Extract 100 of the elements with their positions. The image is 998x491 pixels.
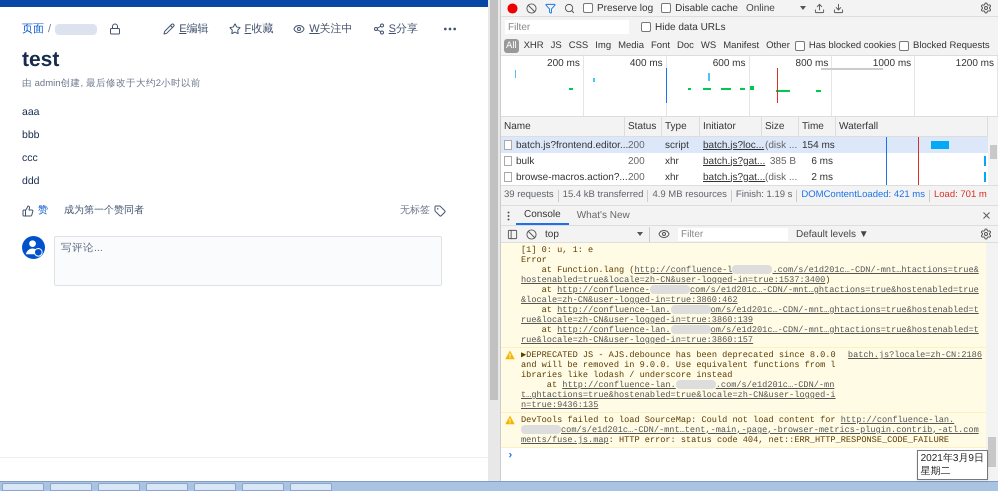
body-paragraph: ddd [22,174,41,188]
console-message-line: [1] 0: u, 1: e [521,245,594,255]
page-scrollbar[interactable] [488,0,500,481]
eye-icon[interactable] [658,228,670,240]
filter-field[interactable]: Filter [505,20,629,34]
type-filter-tab[interactable]: Manifest [721,38,762,54]
settings-icon[interactable] [980,2,992,14]
breadcrumb-separator: / [48,22,52,37]
type-filter-tab[interactable]: Img [593,38,614,54]
console-message-line: at http://confluence-lan. om/s/e1d201c…-CDN/-mnt…ghtactions=true&hostenabled=true&locale=zh-CN&user-logged-in=true:3860:157 [521,325,980,345]
console-filter-field[interactable]: Filter [678,228,788,240]
status-cell-text: 200 [627,170,646,184]
console-scrollbar[interactable] [986,243,998,481]
type-filter-tab[interactable]: Font [648,38,672,54]
checkbox[interactable] [794,41,805,51]
throttle-dropdown[interactable]: Online [746,0,806,16]
column-header[interactable]: Initiator [700,117,762,136]
time-cell-text: 2 ms [810,170,834,184]
record-icon[interactable] [507,2,518,14]
user-avatar-icon [22,236,45,260]
column-header[interactable]: Size [762,117,799,136]
upload-icon[interactable] [814,2,825,14]
breadcrumb-link[interactable]: 页面 [22,20,44,38]
checkbox-label: Preserve log [597,2,654,16]
like-hint: 成为第一个赞同者 [64,204,145,218]
checkbox[interactable] [899,41,910,51]
checkbox-label: Hide data URLs [655,20,726,34]
table-scrollbar[interactable] [988,117,998,185]
checkbox-label: Blocked Requests [913,38,990,53]
checkbox-label: Has blocked cookies [808,38,896,53]
type-cell-text: xhr [664,154,680,168]
type-filter-tab[interactable]: Doc [675,38,696,54]
column-header[interactable]: Name [501,117,625,136]
checkbox-label: Disable cache [675,2,738,16]
time-cell-text: 154 ms [801,138,836,152]
clear-icon[interactable] [526,228,537,240]
request-row[interactable]: batch.js?frontend.editor...200 script batch.js?loc...(disk ... 154 ms [501,137,988,153]
initiator-link[interactable]: batch.js?gat... [700,170,762,184]
column-header[interactable]: Status [625,117,662,136]
page-metadata: 由 admin创建, 最后修改于大约2小时以前 [22,77,202,91]
size-cell-text: (disk ... [764,138,798,152]
type-filter-tab[interactable]: CSS [566,38,590,54]
checkbox[interactable] [583,3,593,13]
sidebar-toggle-icon[interactable] [507,228,518,240]
caret-icon [637,232,643,236]
timeline-tick-label: 800 ms [796,58,828,69]
checkbox[interactable] [641,22,651,32]
timeline-tick-label: 1000 ms [872,58,912,69]
log-levels-dropdown[interactable]: Default levels ▼ [796,226,869,242]
lock-icon[interactable] [109,23,122,35]
tag-icon[interactable] [434,204,446,217]
request-name: batch.js?frontend.editor... [516,138,628,152]
toolbar-action[interactable]: S分享 [372,20,418,38]
tooltip-text: 星期二 [920,465,952,478]
toolbar-action[interactable]: E编辑 [163,20,209,38]
comment-field[interactable]: 写评论... [54,236,442,286]
request-name: bulk [516,154,534,168]
star-icon [228,23,241,35]
pencil-icon [163,23,176,35]
time-cell-text: 6 ms [810,154,834,168]
initiator-link[interactable]: batch.js?gat... [700,154,762,168]
clear-icon[interactable] [526,2,537,14]
checkbox[interactable] [661,3,672,13]
request-name: browse-macros.action?... [516,170,628,184]
column-header[interactable]: Type [662,117,700,136]
summary-text: DOMContentLoaded: 421 ms [801,188,925,202]
warning-icon [505,415,515,425]
warning-icon [505,350,515,360]
summary-text: Finish: 1.19 s [736,188,792,202]
request-row[interactable]: browse-macros.action?...200 xhr batch.js?gat...(disk ... 2 ms [501,169,988,185]
type-filter-tab[interactable]: JS [548,38,564,54]
console-message-line: DevTools failed to load SourceMap: Could not load content for http://confluence-lan. com/s/e1d201c…-CDN/-mnt…tent,-main,-page,-browser-metrics-plugin.contrib,-atl.comments/fuse.js.map: HTTP error: status code 404, net::ERR_HTTP_RESPONSE_CODE_FAILURE [521,415,980,445]
request-row[interactable]: bulk 200 xhr batch.js?gat... 385 B 6 ms [501,153,988,169]
drawer-menu-icon[interactable] [507,210,510,220]
timeline-tick-label: 400 ms [630,58,663,69]
console-message-line: Error [521,255,548,265]
context-dropdown[interactable]: top [545,226,650,242]
like-icon[interactable] [22,204,34,217]
summary-text: 4.9 MB resources [652,188,727,202]
download-icon[interactable] [832,2,844,14]
filter-icon[interactable] [545,2,556,14]
drawer-tab[interactable]: What's New [568,206,638,225]
settings-icon[interactable] [980,228,992,240]
timeline-tick-label: 200 ms [547,58,580,69]
page-title: test [22,47,60,73]
search-icon[interactable] [564,2,575,14]
type-filter-tab[interactable]: WS [698,38,718,54]
close-icon[interactable] [981,210,992,221]
type-filter-tab[interactable]: Other [764,38,792,54]
like-link[interactable]: 赞 [38,203,48,218]
toolbar-action[interactable]: F收藏 [228,20,274,38]
initiator-link[interactable]: batch.js?loc... [700,138,762,152]
labels-text: 无标签 [400,204,430,218]
column-header[interactable]: Time [799,117,836,136]
type-filter-tab[interactable]: XHR [522,38,546,54]
type-filter-tab[interactable]: Media [616,38,646,54]
toolbar-action[interactable]: W关注中 [293,20,353,38]
timeline-tick-label: 1200 ms [956,58,994,69]
source-link[interactable]: batch.js?locale=zh-CN:2186 [848,350,982,360]
status-cell-text: 200 [627,154,646,168]
